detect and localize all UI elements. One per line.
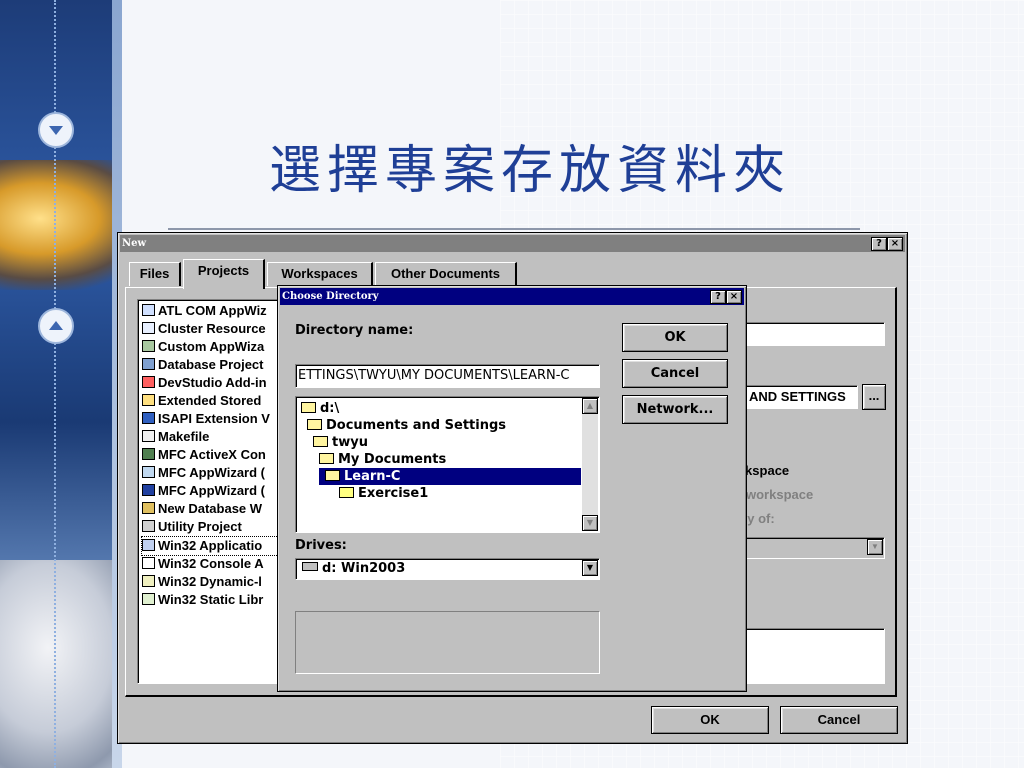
tab-files[interactable]: Files: [129, 262, 181, 286]
mfc-exe-icon: [142, 466, 155, 478]
slide-left-decoration: [0, 0, 112, 768]
list-item[interactable]: ISAPI Extension V: [142, 410, 282, 428]
database-icon: [142, 358, 155, 370]
open-folder-icon: [325, 470, 340, 481]
list-item[interactable]: MFC AppWizard (: [142, 482, 282, 500]
list-item[interactable]: MFC ActiveX Con: [142, 446, 282, 464]
list-item[interactable]: Custom AppWiza: [142, 338, 282, 356]
tree-item[interactable]: d:\: [301, 400, 339, 417]
utility-icon: [142, 520, 155, 532]
platforms-list[interactable]: [740, 628, 885, 684]
drive-select-value: d: Win2003: [322, 561, 406, 576]
choose-directory-titlebar: Choose Directory ? ×: [280, 288, 744, 305]
directory-name-input[interactable]: ETTINGS\TWYU\MY DOCUMENTS\LEARN-C: [295, 364, 600, 388]
decoration-glow: [0, 160, 112, 290]
scroll-up-icon[interactable]: ▲: [582, 398, 598, 414]
console-icon: [142, 557, 155, 569]
tab-other-documents[interactable]: Other Documents: [375, 262, 517, 286]
decoration-keyboard-image: [0, 560, 112, 768]
dependency-select[interactable]: ▼: [740, 537, 885, 559]
info-panel: [295, 611, 600, 674]
network-button[interactable]: Network...: [622, 395, 728, 424]
mfc-dll-icon: [142, 484, 155, 496]
chevron-down-icon: [38, 112, 74, 148]
chevron-down-icon: ▼: [582, 560, 598, 576]
dll-icon: [142, 575, 155, 587]
project-name-input[interactable]: [740, 322, 885, 346]
close-button[interactable]: ×: [887, 237, 903, 251]
list-item-selected[interactable]: Win32 Applicatio: [141, 536, 283, 556]
tab-workspaces[interactable]: Workspaces: [267, 262, 373, 286]
choose-cancel-button[interactable]: Cancel: [622, 359, 728, 388]
new-cancel-button[interactable]: Cancel: [780, 706, 898, 734]
open-folder-icon: [319, 453, 334, 464]
list-item[interactable]: New Database W: [142, 500, 282, 518]
open-folder-icon: [301, 402, 316, 413]
database-wizard-icon: [142, 502, 155, 514]
custom-wizard-icon: [142, 340, 155, 352]
drive-icon: [302, 562, 318, 571]
directory-name-label: Directory name:: [295, 323, 414, 338]
list-item[interactable]: Win32 Dynamic-l: [142, 573, 282, 591]
static-lib-icon: [142, 593, 155, 605]
location-input[interactable]: AND SETTINGS: [740, 385, 858, 409]
list-item[interactable]: ATL COM AppWiz: [142, 302, 282, 320]
chevron-up-icon: [38, 308, 74, 344]
makefile-icon: [142, 430, 155, 442]
create-workspace-radio-label[interactable]: rkspace: [740, 463, 789, 478]
help-button[interactable]: ?: [871, 237, 887, 251]
browse-button[interactable]: ...: [862, 384, 886, 410]
new-dialog-title: New: [122, 238, 147, 249]
list-item[interactable]: MFC AppWizard (: [142, 464, 282, 482]
choose-ok-button[interactable]: OK: [622, 323, 728, 352]
add-in-icon: [142, 376, 155, 388]
add-to-workspace-radio-label[interactable]: workspace: [746, 487, 813, 502]
directory-tree[interactable]: d:\ Documents and Settings twyu My Docum…: [295, 396, 600, 533]
new-dialog-titlebar: New ? ×: [120, 235, 905, 252]
atl-com-icon: [142, 304, 155, 316]
list-item[interactable]: Utility Project: [142, 518, 282, 536]
tree-item[interactable]: Exercise1: [339, 485, 428, 502]
open-folder-icon: [313, 436, 328, 447]
open-folder-icon: [307, 419, 322, 430]
stored-proc-icon: [142, 394, 155, 406]
list-item[interactable]: Extended Stored: [142, 392, 282, 410]
list-item[interactable]: Win32 Static Libr: [142, 591, 282, 609]
close-button[interactable]: ×: [726, 290, 742, 304]
tree-item-selected[interactable]: Learn-C: [319, 468, 581, 485]
list-item[interactable]: DevStudio Add-in: [142, 374, 282, 392]
title-divider: [168, 228, 860, 230]
win32-app-icon: [142, 539, 155, 551]
tree-scrollbar[interactable]: ▲ ▼: [582, 398, 598, 531]
scroll-down-icon[interactable]: ▼: [582, 515, 598, 531]
chevron-down-icon: ▼: [867, 539, 883, 555]
help-button[interactable]: ?: [710, 290, 726, 304]
tree-item[interactable]: twyu: [313, 434, 368, 451]
list-item[interactable]: Database Project: [142, 356, 282, 374]
slide-title: 選擇專案存放資料夾: [268, 141, 791, 201]
drive-select[interactable]: d: Win2003 ▼: [295, 558, 600, 580]
list-item[interactable]: Cluster Resource: [142, 320, 282, 338]
isapi-globe-icon: [142, 412, 155, 424]
tree-item[interactable]: Documents and Settings: [307, 417, 506, 434]
drives-label: Drives:: [295, 538, 347, 553]
choose-directory-dialog: Choose Directory ? × Directory name: ETT…: [277, 285, 747, 692]
cluster-icon: [142, 322, 155, 334]
new-ok-button[interactable]: OK: [651, 706, 769, 734]
activex-icon: [142, 448, 155, 460]
choose-directory-title: Choose Directory: [282, 291, 379, 302]
tab-projects[interactable]: Projects: [183, 259, 265, 289]
folder-icon: [339, 487, 354, 498]
list-item[interactable]: Win32 Console A: [142, 555, 282, 573]
tree-item[interactable]: My Documents: [319, 451, 446, 468]
list-item[interactable]: Makefile: [142, 428, 282, 446]
